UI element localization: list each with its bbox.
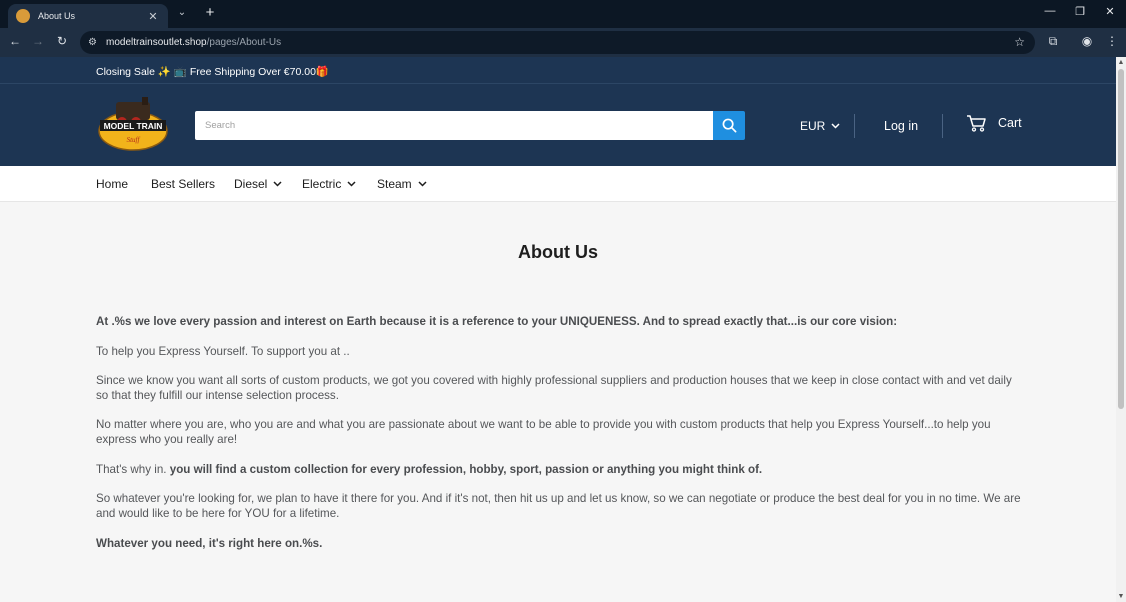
back-arrow-icon[interactable]: ← bbox=[6, 34, 24, 48]
nav-item-diesel[interactable]: Diesel bbox=[234, 177, 282, 191]
address-bar[interactable]: ⚙ modeltrainsoutlet.shop /pages/About-Us… bbox=[80, 31, 1035, 54]
paragraph-emphasis: you will find a custom collection for ev… bbox=[169, 463, 763, 476]
nav-item-label: Diesel bbox=[234, 177, 268, 191]
currency-selector[interactable]: EUR bbox=[800, 119, 840, 133]
site-info-icon[interactable]: ⚙ bbox=[88, 37, 104, 48]
search-input[interactable] bbox=[205, 120, 713, 131]
nav-item-label: Electric bbox=[302, 177, 342, 191]
tab-title: About Us bbox=[38, 11, 76, 21]
search-button[interactable] bbox=[713, 111, 745, 140]
chevron-down-icon bbox=[831, 123, 840, 129]
scroll-down-arrow-icon[interactable]: ▼ bbox=[1116, 593, 1126, 600]
page-scrollbar[interactable]: ▲ ▼ bbox=[1116, 57, 1126, 602]
intro-paragraph: At .%s we love every passion and interes… bbox=[96, 315, 898, 328]
nav-item-home[interactable]: Home bbox=[96, 177, 128, 191]
scroll-up-arrow-icon[interactable]: ▲ bbox=[1116, 59, 1126, 66]
svg-text:MODEL TRAIN: MODEL TRAIN bbox=[104, 121, 163, 131]
site-logo[interactable]: MODEL TRAIN Stuff bbox=[96, 96, 170, 152]
cart-label: Cart bbox=[998, 116, 1022, 130]
site-header: MODEL TRAIN Stuff EUR Log in bbox=[0, 84, 1116, 166]
nav-item-label: Best Sellers bbox=[151, 177, 216, 191]
paragraph-text: That's why in. bbox=[96, 463, 170, 476]
close-window-icon[interactable]: ✕ bbox=[1100, 5, 1120, 18]
body-paragraph: To help you Express Yourself. To support… bbox=[96, 345, 350, 358]
extensions-puzzle-icon[interactable]: ⧉ bbox=[1044, 34, 1062, 49]
new-tab-plus-icon[interactable]: + bbox=[202, 4, 218, 21]
body-paragraph: So whatever you're looking for, we plan … bbox=[96, 492, 1021, 520]
browser-tabbar: About Us ✕ ⌄ + — ❐ ✕ bbox=[0, 0, 1126, 28]
minimize-icon[interactable]: — bbox=[1040, 5, 1060, 17]
url-path: /pages/About-Us bbox=[206, 37, 282, 48]
cart-icon bbox=[967, 115, 986, 132]
main-navigation: Home Best Sellers Diesel Electric Steam bbox=[0, 166, 1116, 202]
nav-item-electric[interactable]: Electric bbox=[302, 177, 356, 191]
chevron-down-icon bbox=[273, 181, 282, 187]
nav-item-steam[interactable]: Steam bbox=[377, 177, 427, 191]
login-link[interactable]: Log in bbox=[884, 119, 918, 133]
search-field[interactable] bbox=[195, 111, 713, 140]
body-paragraph: No matter where you are, who you are and… bbox=[96, 418, 991, 446]
url-host: modeltrainsoutlet.shop bbox=[106, 37, 207, 48]
nav-item-label: Steam bbox=[377, 177, 412, 191]
profile-avatar-icon[interactable]: ◉ bbox=[1078, 34, 1096, 48]
tab-close-icon[interactable]: ✕ bbox=[146, 10, 160, 23]
restore-window-icon[interactable]: ❐ bbox=[1070, 5, 1090, 18]
chevron-down-icon bbox=[347, 181, 356, 187]
nav-item-label: Home bbox=[96, 177, 129, 191]
main-content: About Us At .%s we love every passion an… bbox=[0, 202, 1116, 602]
search-icon bbox=[722, 118, 736, 133]
site-favicon-icon bbox=[16, 9, 30, 23]
tab-search-chevron-down-icon[interactable]: ⌄ bbox=[174, 7, 190, 18]
closing-paragraph: Whatever you need, it's right here on.%s… bbox=[96, 537, 323, 550]
browser-toolbar: ← → ↻ ⚙ modeltrainsoutlet.shop /pages/Ab… bbox=[0, 28, 1126, 57]
scrollbar-thumb[interactable] bbox=[1118, 69, 1124, 409]
web-page: Closing Sale ✨ 📺 Free Shipping Over €70.… bbox=[0, 57, 1116, 602]
announcement-bar: Closing Sale ✨ 📺 Free Shipping Over €70.… bbox=[0, 57, 1116, 84]
svg-text:Stuff: Stuff bbox=[127, 136, 141, 144]
announcement-text: Closing Sale ✨ 📺 Free Shipping Over €70.… bbox=[96, 66, 329, 78]
header-divider bbox=[942, 114, 943, 138]
bookmark-star-icon[interactable]: ☆ bbox=[1014, 35, 1025, 49]
forward-arrow-icon[interactable]: → bbox=[29, 34, 47, 48]
body-paragraph: Since we know you want all sorts of cust… bbox=[96, 374, 1012, 402]
header-divider bbox=[854, 114, 855, 138]
browser-menu-icon[interactable]: ⋮ bbox=[1103, 34, 1121, 48]
reload-icon[interactable]: ↻ bbox=[53, 34, 71, 48]
browser-tab[interactable]: About Us ✕ bbox=[8, 4, 168, 28]
chevron-down-icon bbox=[418, 181, 427, 187]
currency-value: EUR bbox=[800, 119, 826, 133]
cart-link[interactable]: Cart bbox=[966, 114, 1022, 132]
body-paragraph: That's why in. you will find a custom co… bbox=[96, 462, 1026, 477]
nav-item-best-sellers[interactable]: Best Sellers bbox=[151, 177, 215, 191]
page-title: About Us bbox=[518, 242, 598, 262]
